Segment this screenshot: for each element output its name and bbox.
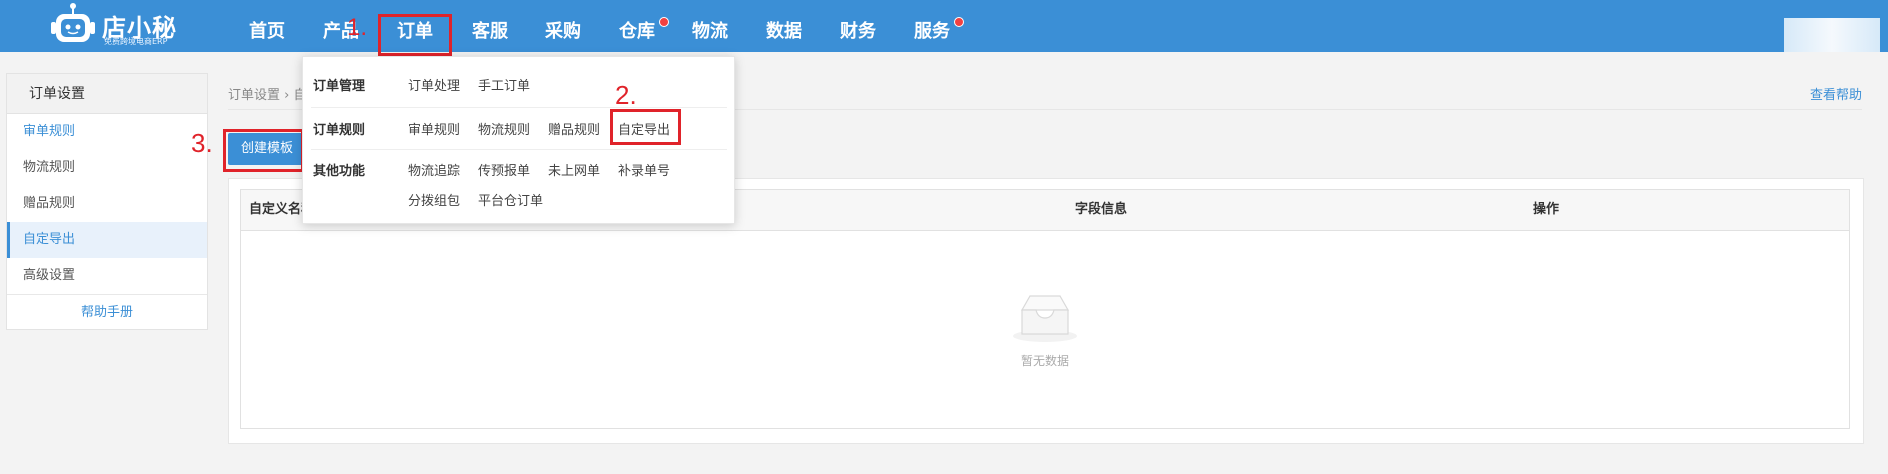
menu-group-order-management: 订单管理	[313, 79, 366, 94]
annotation-step-1: 1.	[347, 14, 368, 41]
menu-group-order-rules: 订单规则	[313, 123, 366, 138]
nav-logistics[interactable]: 物流	[687, 0, 733, 52]
column-header-actions: 操作	[1532, 202, 1559, 217]
menu-item-sort-package[interactable]: 分拨组包	[408, 190, 460, 209]
nav-warehouse[interactable]: 仓库	[614, 0, 660, 52]
empty-state-text: 暂无数据	[1020, 354, 1069, 368]
nav-label: 物流	[692, 21, 728, 42]
sidebar-item-advanced-settings[interactable]: 高级设置	[7, 258, 207, 294]
highlight-create-button	[223, 129, 304, 172]
help-manual-link[interactable]: 帮助手册	[7, 294, 207, 331]
menu-item-manual-orders[interactable]: 手工订单	[478, 75, 530, 94]
nav-customer-service[interactable]: 客服	[467, 0, 513, 52]
menu-item-add-tracking-number[interactable]: 补录单号	[618, 160, 670, 179]
view-help-link[interactable]: 查看帮助	[1810, 84, 1862, 103]
robot-logo-icon	[51, 3, 95, 42]
annotation-step-3: 3.	[191, 128, 213, 158]
nav-label: 仓库	[619, 21, 655, 42]
nav-label: 服务	[914, 21, 950, 42]
menu-group-other-functions: 其他功能	[313, 164, 366, 179]
logo[interactable]: 店小秘 免费跨境电商ERP	[50, 2, 180, 48]
highlight-custom-export	[610, 109, 681, 145]
logo-tagline: 免费跨境电商ERP	[104, 37, 168, 46]
menu-item-platform-warehouse-orders[interactable]: 平台仓订单	[478, 190, 543, 209]
menu-separator	[311, 149, 727, 150]
menu-separator	[311, 107, 727, 108]
services-notification-dot	[954, 17, 964, 27]
nav-label: 采购	[545, 21, 581, 42]
sidebar-item-gift-rules[interactable]: 赠品规则	[7, 186, 207, 222]
warehouse-notification-dot	[659, 17, 669, 27]
sidebar-item-custom-export[interactable]: 自定导出	[7, 222, 207, 258]
sidebar-item-logistics-rules[interactable]: 物流规则	[7, 150, 207, 186]
menu-item-audit-rules[interactable]: 审单规则	[408, 119, 460, 138]
menu-item-order-processing[interactable]: 订单处理	[408, 75, 460, 94]
nav-label: 数据	[766, 21, 802, 42]
nav-purchasing[interactable]: 采购	[540, 0, 586, 52]
menu-item-logistics-tracking[interactable]: 物流追踪	[408, 160, 460, 179]
nav-finance[interactable]: 财务	[835, 0, 881, 52]
nav-label: 客服	[472, 21, 508, 42]
sidebar-item-audit-rules[interactable]: 审单规则	[7, 114, 207, 150]
sidebar-title: 订单设置	[7, 74, 207, 114]
nav-services[interactable]: 服务	[909, 0, 955, 52]
nav-label: 首页	[249, 21, 285, 42]
breadcrumb: 订单设置 › 自	[228, 88, 307, 103]
menu-item-upload-forecast[interactable]: 传预报单	[478, 160, 530, 179]
nav-label: 财务	[840, 21, 876, 42]
user-account-area[interactable]	[1784, 18, 1880, 52]
sidebar: 订单设置 审单规则 物流规则 赠品规则 自定导出 高级设置 帮助手册	[6, 73, 208, 330]
highlight-orders-nav	[378, 14, 452, 56]
menu-item-not-online[interactable]: 未上网单	[548, 160, 600, 179]
annotation-step-2: 2.	[615, 80, 637, 110]
empty-inbox-icon	[1013, 295, 1077, 342]
column-header-field-info: 字段信息	[1074, 202, 1127, 217]
nav-home[interactable]: 首页	[244, 0, 290, 52]
nav-data[interactable]: 数据	[761, 0, 807, 52]
menu-item-gift-rules[interactable]: 赠品规则	[548, 119, 600, 138]
menu-item-logistics-rules[interactable]: 物流规则	[478, 119, 530, 138]
